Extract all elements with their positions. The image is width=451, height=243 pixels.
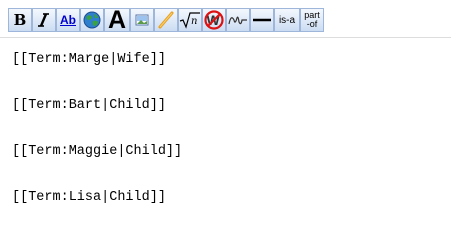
link-label: Ab bbox=[60, 13, 76, 27]
nowiki-button[interactable]: W bbox=[202, 8, 226, 32]
editor-line: [[Term:Marge|Wife]] bbox=[12, 52, 166, 67]
editor-line: [[Term:Lisa|Child]] bbox=[12, 190, 166, 205]
external-link-button[interactable] bbox=[80, 8, 104, 32]
image-button[interactable] bbox=[130, 8, 154, 32]
bold-label: B bbox=[13, 11, 27, 29]
image-icon bbox=[133, 11, 151, 29]
is-a-button[interactable]: is-a bbox=[274, 8, 300, 32]
media-button[interactable] bbox=[154, 8, 178, 32]
editor-toolbar: B Ab A n is-a part -of bbox=[8, 6, 324, 34]
globe-icon bbox=[82, 10, 102, 30]
media-icon bbox=[156, 10, 176, 30]
sqrt-icon: n bbox=[179, 10, 201, 30]
part-of-label-line2: -of bbox=[306, 19, 318, 29]
is-a-label: is-a bbox=[278, 14, 296, 26]
nowiki-icon: W bbox=[203, 9, 225, 31]
editor-line: [[Term:Bart|Child]] bbox=[12, 98, 166, 113]
part-of-button[interactable]: part -of bbox=[300, 8, 324, 32]
italic-button[interactable] bbox=[32, 8, 56, 32]
wiki-text-editor[interactable]: [[Term:Marge|Wife]] [[Term:Bart|Child]] … bbox=[0, 37, 451, 243]
horizontal-line-button[interactable] bbox=[250, 8, 274, 32]
italic-icon bbox=[35, 11, 53, 29]
heading-button[interactable]: A bbox=[104, 8, 130, 32]
signature-icon bbox=[227, 10, 249, 30]
heading-label: A bbox=[107, 8, 127, 32]
bold-button[interactable]: B bbox=[8, 8, 32, 32]
signature-button[interactable] bbox=[226, 8, 250, 32]
horizontal-line-icon bbox=[252, 10, 272, 30]
editor-line: [[Term:Maggie|Child]] bbox=[12, 144, 183, 159]
math-button[interactable]: n bbox=[178, 8, 202, 32]
link-button[interactable]: Ab bbox=[56, 8, 80, 32]
svg-text:n: n bbox=[191, 16, 197, 27]
